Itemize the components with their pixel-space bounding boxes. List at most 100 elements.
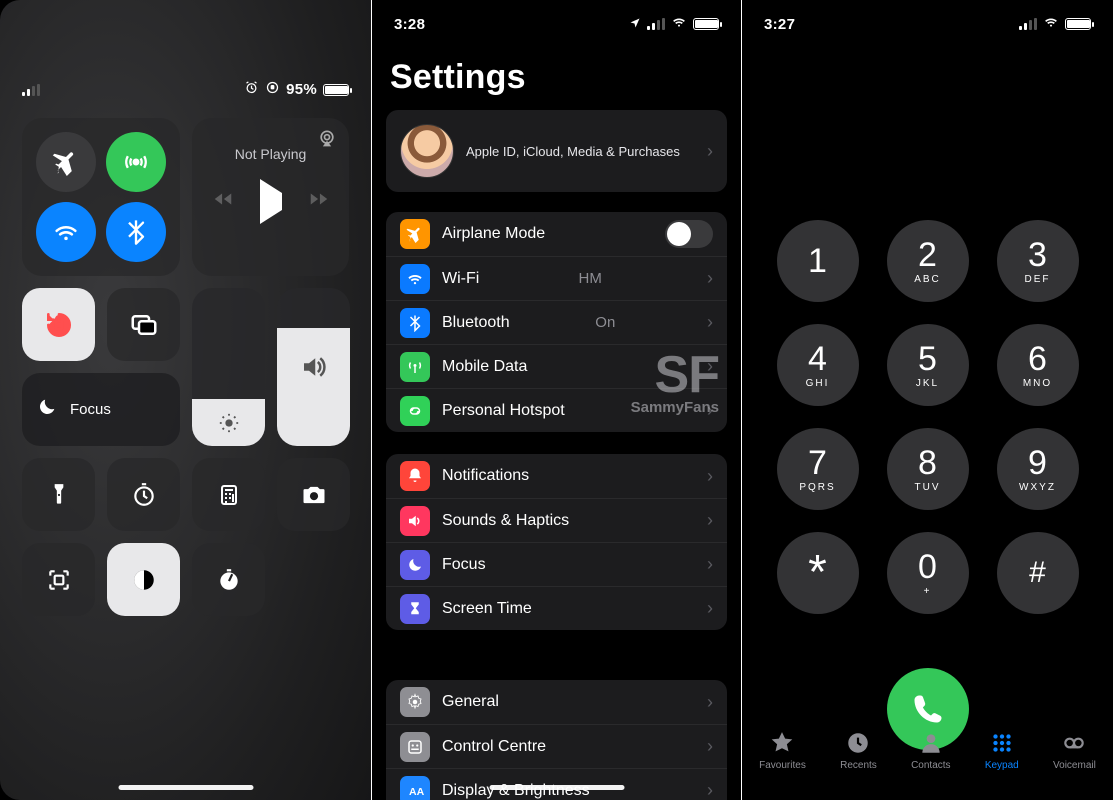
gear-icon bbox=[400, 687, 430, 717]
settings-row-bluetooth[interactable]: BluetoothOn› bbox=[386, 300, 727, 344]
keypad-key-4[interactable]: 4GHI bbox=[777, 324, 859, 406]
cc-icon bbox=[400, 732, 430, 762]
keypad-key-0[interactable]: 0+ bbox=[887, 532, 969, 614]
chevron-right-icon: › bbox=[707, 780, 713, 800]
flashlight-button[interactable] bbox=[22, 458, 95, 531]
hourglass-icon bbox=[400, 594, 430, 624]
tab-label: Favourites bbox=[759, 760, 806, 771]
dark-mode-button[interactable] bbox=[107, 543, 180, 616]
settings-row-label: General bbox=[442, 693, 499, 711]
connectivity-tile[interactable] bbox=[22, 118, 180, 276]
airplane-toggle[interactable] bbox=[36, 132, 96, 192]
tab-favourites[interactable]: Favourites bbox=[759, 730, 806, 771]
settings-row-label: Sounds & Haptics bbox=[442, 512, 569, 530]
wifi-toggle[interactable] bbox=[36, 202, 96, 262]
chevron-right-icon: › bbox=[707, 554, 713, 575]
settings-row-focus[interactable]: Focus › bbox=[386, 542, 727, 586]
keypad-key-6[interactable]: 6MNO bbox=[997, 324, 1079, 406]
settings-row-screen-time[interactable]: Screen Time › bbox=[386, 586, 727, 630]
prev-track-icon[interactable] bbox=[212, 188, 234, 215]
bell-icon bbox=[400, 461, 430, 491]
volume-icon bbox=[277, 352, 350, 382]
home-indicator[interactable] bbox=[489, 785, 624, 790]
bt-icon bbox=[400, 308, 430, 338]
antenna-icon bbox=[400, 352, 430, 382]
status-bar: 3:28 bbox=[372, 14, 741, 34]
rotation-lock-icon bbox=[265, 80, 280, 99]
keypad-key-5[interactable]: 5JKL bbox=[887, 324, 969, 406]
media-tile[interactable]: Not Playing bbox=[192, 118, 349, 276]
tab-keypad[interactable]: Keypad bbox=[985, 730, 1019, 771]
qr-scanner-button[interactable] bbox=[22, 543, 95, 616]
tab-label: Contacts bbox=[911, 760, 950, 771]
battery-icon bbox=[1065, 18, 1091, 30]
settings-row-personal-hotspot[interactable]: Personal Hotspot› bbox=[386, 388, 727, 432]
tab-voicemail[interactable]: Voicemail bbox=[1053, 730, 1096, 771]
settings-row-label: Mobile Data bbox=[442, 358, 527, 376]
airplay-icon[interactable] bbox=[317, 128, 337, 153]
sun-icon bbox=[400, 776, 430, 800]
keypad-key-8[interactable]: 8TUV bbox=[887, 428, 969, 510]
keypad-key-7[interactable]: 7PQRS bbox=[777, 428, 859, 510]
settings-row-label: Screen Time bbox=[442, 600, 532, 618]
account-row[interactable]: Apple ID, iCloud, Media & Purchases › bbox=[386, 110, 727, 192]
brightness-icon bbox=[192, 412, 265, 434]
stopwatch-button[interactable] bbox=[192, 543, 265, 616]
volume-slider[interactable] bbox=[277, 288, 350, 446]
settings-row-label: Airplane Mode bbox=[442, 225, 545, 243]
keypad-key-2[interactable]: 2ABC bbox=[887, 220, 969, 302]
cellular-toggle[interactable] bbox=[106, 132, 166, 192]
settings-row-general[interactable]: General› bbox=[386, 680, 727, 724]
settings-row-airplane-mode[interactable]: Airplane Mode bbox=[386, 212, 727, 256]
calculator-button[interactable] bbox=[192, 458, 265, 531]
camera-button[interactable] bbox=[277, 458, 350, 531]
settings-row-display-brightness[interactable]: Display & Brightness› bbox=[386, 768, 727, 800]
tab-label: Recents bbox=[840, 760, 877, 771]
pane-settings: 3:28 Settings Apple ID, iCloud, Media & … bbox=[371, 0, 742, 800]
keypad-key-star[interactable]: * bbox=[777, 532, 859, 614]
account-subtitle: Apple ID, iCloud, Media & Purchases bbox=[466, 144, 680, 159]
clock: 3:28 bbox=[394, 16, 425, 33]
home-indicator[interactable] bbox=[118, 785, 253, 790]
settings-row-control-centre[interactable]: Control Centre› bbox=[386, 724, 727, 768]
brightness-slider[interactable] bbox=[192, 288, 265, 446]
wifi-icon bbox=[400, 264, 430, 294]
keypad-key-9[interactable]: 9WXYZ bbox=[997, 428, 1079, 510]
bluetooth-toggle[interactable] bbox=[106, 202, 166, 262]
settings-row-sounds-haptics[interactable]: Sounds & Haptics› bbox=[386, 498, 727, 542]
chevron-right-icon: › bbox=[707, 598, 713, 619]
settings-row-wi-fi[interactable]: Wi-FiHM› bbox=[386, 256, 727, 300]
keypad-key-1[interactable]: 1 bbox=[777, 220, 859, 302]
link-icon bbox=[400, 396, 430, 426]
chevron-right-icon: › bbox=[707, 312, 713, 333]
play-button-icon[interactable] bbox=[260, 193, 282, 211]
settings-row-value: HM bbox=[578, 270, 607, 287]
screen-mirroring-button[interactable] bbox=[107, 288, 180, 361]
clock: 3:27 bbox=[764, 16, 795, 33]
keypad-grid: 1 2ABC 3DEF 4GHI 5JKL 6MNO 7PQRS 8TUV 9WXYZ * 0+ # bbox=[742, 220, 1113, 614]
chevron-right-icon: › bbox=[707, 268, 713, 289]
battery-percent: 95% bbox=[286, 81, 317, 98]
page-title: Settings bbox=[390, 58, 526, 97]
timer-button[interactable] bbox=[107, 458, 180, 531]
settings-row-mobile-data[interactable]: Mobile Data› bbox=[386, 344, 727, 388]
tab-label: Keypad bbox=[985, 760, 1019, 771]
focus-button[interactable]: Focus bbox=[22, 373, 180, 446]
status-bar: 95% bbox=[0, 80, 371, 99]
focus-label: Focus bbox=[70, 401, 111, 418]
wifi-icon bbox=[1043, 14, 1059, 34]
toggle[interactable] bbox=[665, 220, 713, 248]
tab-recents[interactable]: Recents bbox=[840, 730, 877, 771]
triptych-screenshot: 95% bbox=[0, 0, 1113, 800]
next-track-icon[interactable] bbox=[308, 188, 330, 215]
tab-contacts[interactable]: Contacts bbox=[911, 730, 950, 771]
settings-row-label: Notifications bbox=[442, 467, 529, 485]
moon-icon bbox=[400, 550, 430, 580]
settings-row-label: Focus bbox=[442, 556, 486, 574]
rotation-lock-button[interactable] bbox=[22, 288, 95, 361]
keypad-key-3[interactable]: 3DEF bbox=[997, 220, 1079, 302]
chevron-right-icon: › bbox=[707, 466, 713, 487]
keypad-key-hash[interactable]: # bbox=[997, 532, 1079, 614]
settings-row-notifications[interactable]: Notifications › bbox=[386, 454, 727, 498]
wifi-icon bbox=[671, 14, 687, 34]
